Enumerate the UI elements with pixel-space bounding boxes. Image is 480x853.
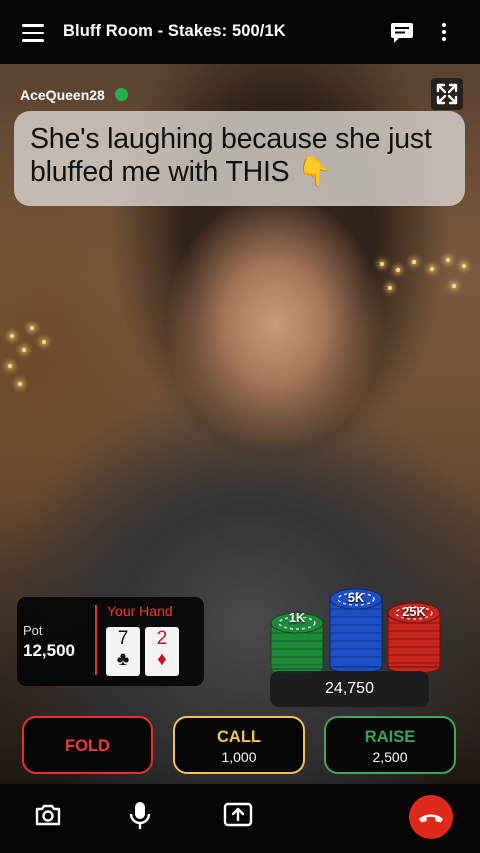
hamburger-menu-icon[interactable] xyxy=(22,24,44,42)
raise-amount: 2,500 xyxy=(372,749,408,765)
your-hand-label: Your Hand xyxy=(107,603,173,619)
chip-balance: 24,750 xyxy=(270,671,429,707)
pot-value: 12,500 xyxy=(23,641,75,660)
call-button[interactable]: CALL 1,000 xyxy=(173,716,305,774)
chip-label-1k: 1K xyxy=(288,610,306,625)
hole-card-1: 7 ♣ xyxy=(106,627,140,676)
streamer-username[interactable]: AceQueen28 xyxy=(20,87,105,103)
more-vertical-icon[interactable] xyxy=(437,23,451,45)
fold-button[interactable]: FOLD xyxy=(22,716,153,774)
end-call-icon xyxy=(419,814,443,823)
top-app-bar: Bluff Room - Stakes: 500/1K xyxy=(0,0,480,64)
camera-icon[interactable] xyxy=(33,800,63,830)
chip-stacks: 1K 5K 25K xyxy=(268,585,443,676)
chip-stack-25k[interactable]: 25K xyxy=(385,595,443,675)
chat-bubble-icon[interactable] xyxy=(390,22,414,44)
hole-card-2: 2 ♦ xyxy=(145,627,179,676)
chip-stack-1k[interactable]: 1K xyxy=(268,603,326,676)
microphone-icon[interactable] xyxy=(126,800,154,832)
online-status-dot xyxy=(115,88,128,101)
end-call-button[interactable] xyxy=(409,795,453,839)
chip-stack-5k[interactable]: 5K xyxy=(327,585,385,675)
pot-and-hand-panel: Pot 12,500 Your Hand 7 ♣ 2 ♦ xyxy=(17,597,204,686)
caption-bubble: She's laughing because she just bluffed … xyxy=(14,111,465,206)
bottom-call-controls xyxy=(0,784,480,853)
raise-label: RAISE xyxy=(364,728,416,746)
room-title: Bluff Room - Stakes: 500/1K xyxy=(63,22,286,40)
caption-text: She's laughing because she just bluffed … xyxy=(30,123,432,188)
share-screen-icon[interactable] xyxy=(222,800,254,830)
chip-label-25k: 25K xyxy=(402,604,426,619)
fullscreen-expand-icon[interactable] xyxy=(431,78,463,110)
call-amount: 1,000 xyxy=(221,749,257,765)
panel-divider xyxy=(95,605,97,675)
chip-label-5k: 5K xyxy=(347,590,365,605)
call-label: CALL xyxy=(217,728,261,746)
fold-label: FOLD xyxy=(65,737,110,755)
raise-button[interactable]: RAISE 2,500 xyxy=(324,716,456,774)
pot-label: Pot xyxy=(23,623,43,638)
